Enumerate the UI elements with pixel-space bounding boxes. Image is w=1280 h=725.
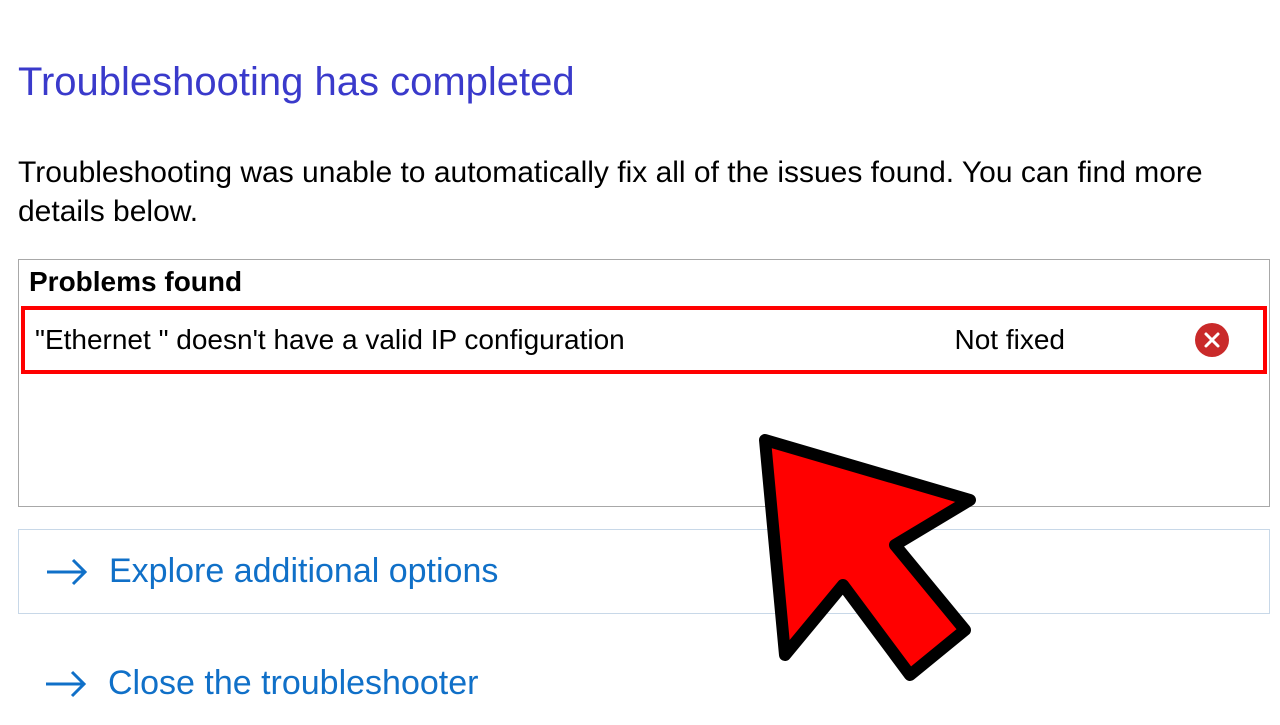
close-label: Close the troubleshooter — [108, 664, 478, 703]
problems-header: Problems found — [19, 260, 1269, 306]
arrow-right-icon — [44, 667, 88, 701]
problem-status: Not fixed — [955, 324, 1066, 356]
error-icon — [1195, 323, 1229, 357]
problem-row[interactable]: "Ethernet " doesn't have a valid IP conf… — [21, 306, 1267, 374]
problems-found-box: Problems found "Ethernet " doesn't have … — [18, 259, 1270, 507]
close-troubleshooter[interactable]: Close the troubleshooter — [18, 636, 1270, 725]
explore-additional-options[interactable]: Explore additional options — [18, 529, 1270, 614]
result-description: Troubleshooting was unable to automatica… — [18, 153, 1272, 231]
explore-label: Explore additional options — [109, 552, 498, 591]
page-title: Troubleshooting has completed — [18, 60, 1272, 105]
arrow-right-icon — [45, 555, 89, 589]
problem-description: "Ethernet " doesn't have a valid IP conf… — [35, 324, 955, 356]
